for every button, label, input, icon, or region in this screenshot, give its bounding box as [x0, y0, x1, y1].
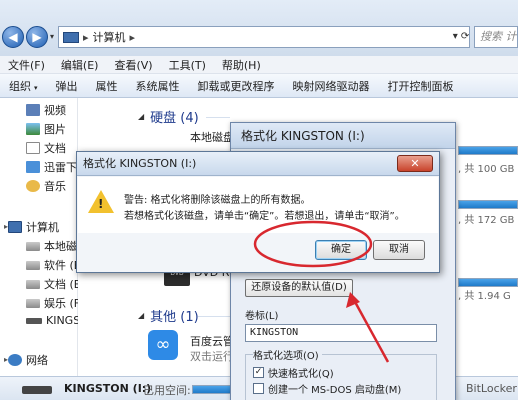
drive-usage-bar [458, 278, 518, 287]
warning-message-line2: 若想格式化该磁盘，请单击“确定”。若想退出，请单击“取消”。 [124, 211, 405, 222]
nav-item-documents[interactable]: 文档 [26, 140, 66, 156]
breadcrumb-separator[interactable]: ▸ [130, 31, 136, 44]
thunder-icon [26, 161, 40, 173]
usb-drive-icon [22, 386, 52, 394]
msdos-boot-checkbox[interactable] [253, 383, 264, 394]
baidu-cloud-subtitle: 双击运行 [190, 350, 234, 363]
open-control-panel-button[interactable]: 打开控制面板 [379, 78, 463, 94]
quick-format-option[interactable]: ✓ 快速格式化(Q) [253, 365, 334, 380]
organize-label: 组织 [9, 79, 31, 93]
group-header-hard-drives[interactable]: ◢ 硬盘 (4) [138, 107, 199, 126]
command-bar: 组织 ▾ 弹出 属性 系统属性 卸载或更改程序 映射网络驱动器 打开控制面板 [0, 74, 518, 98]
map-network-drive-button[interactable]: 映射网络驱动器 [284, 78, 379, 94]
nav-item-music[interactable]: 音乐 [26, 178, 66, 194]
nav-label: 图片 [44, 123, 66, 136]
warning-icon-mark: ! [98, 197, 104, 211]
refresh-button[interactable]: ▾ ⟳ [452, 27, 470, 47]
document-icon [26, 142, 40, 154]
quick-format-label: 快速格式化(Q) [268, 369, 334, 380]
forward-button[interactable]: ▶ [26, 26, 48, 48]
format-warning-dialog: 格式化 KINGSTON (I:) ✕ ! 警告: 格式化将删除该磁盘上的所有数… [76, 151, 440, 273]
selected-drive-name: KINGSTON (I:) [64, 382, 152, 395]
picture-icon [26, 123, 40, 135]
nav-label: 音乐 [44, 180, 66, 193]
breadcrumb-computer[interactable]: 计算机 [93, 29, 126, 45]
restore-defaults-button[interactable]: 还原设备的默认值(D) [245, 279, 353, 297]
quick-format-checkbox[interactable]: ✓ [253, 367, 264, 378]
drive-usage-bar [458, 200, 518, 209]
group-divider [206, 117, 230, 118]
format-options-legend: 格式化选项(O) [253, 347, 322, 362]
drive-icon [26, 298, 40, 308]
volume-label-caption: 卷标(L) [245, 311, 279, 322]
group-divider [198, 316, 230, 317]
nav-item-local-disk[interactable]: 本地磁 [26, 238, 77, 254]
drive-free-space: , 共 100 GB [458, 164, 515, 175]
nav-item-computer[interactable]: 计算机 [8, 219, 59, 235]
properties-button[interactable]: 属性 [87, 78, 127, 94]
cancel-button[interactable]: 取消 [373, 240, 425, 260]
used-space-bar [192, 385, 232, 394]
format-dialog-title: 格式化 KINGSTON (I:) [231, 123, 455, 149]
volume-label-input[interactable]: KINGSTON [245, 324, 437, 342]
recent-pages-dropdown[interactable]: ▾ [50, 32, 54, 41]
warning-message-area: ! 警告: 格式化将删除该磁盘上的所有数据。 若想格式化该磁盘，请单击“确定”。… [78, 177, 438, 233]
group-label: 硬盘 (4) [150, 111, 199, 126]
nav-item-videos[interactable]: 视频 [26, 102, 66, 118]
menu-tools[interactable]: 工具(T) [161, 57, 214, 73]
close-button[interactable]: ✕ [397, 155, 433, 172]
bitlocker-status: BitLocker [466, 382, 517, 395]
organize-button[interactable]: 组织 ▾ [0, 78, 47, 94]
breadcrumb-separator[interactable]: ▸ [83, 31, 89, 44]
computer-icon [8, 221, 22, 233]
drive-local-disk[interactable]: 本地磁盘 [190, 129, 234, 145]
navigation-pane: 视频 图片 文档 迅雷下载 音乐 ▸ 计算机 本地磁 软件 (E: 文档 (E:… [0, 98, 104, 376]
msdos-boot-label: 创建一个 MS-DOS 启动盘(M) [268, 385, 402, 396]
computer-icon [63, 31, 79, 43]
ok-button[interactable]: 确定 [315, 240, 367, 260]
address-bar-area: ◀ ▶ ▾ ▸ 计算机 ▸ ▾ ⟳ 搜索 计算 [0, 0, 518, 56]
nav-item-documents-drive[interactable]: 文档 (E: [26, 276, 84, 292]
address-input[interactable]: ▸ 计算机 ▸ [58, 26, 470, 48]
nav-item-network[interactable]: 网络 [8, 352, 48, 368]
uninstall-program-button[interactable]: 卸载或更改程序 [189, 78, 284, 94]
group-label: 其他 (1) [150, 310, 199, 325]
drive-free-space: , 共 172 GB [458, 215, 515, 226]
drive-free-space: , 共 1.94 G [458, 291, 511, 302]
back-button[interactable]: ◀ [2, 26, 24, 48]
chevron-down-icon: ▾ [34, 83, 38, 92]
menu-help[interactable]: 帮助(H) [214, 57, 269, 73]
search-input[interactable]: 搜索 计算 [474, 26, 518, 48]
warning-message-line1: 警告: 格式化将删除该磁盘上的所有数据。 [124, 195, 311, 206]
drive-usage-bar [458, 146, 518, 155]
warning-dialog-title: 格式化 KINGSTON (I:) [77, 152, 439, 176]
usb-drive-icon [26, 317, 42, 324]
menu-file[interactable]: 文件(F) [0, 57, 53, 73]
nav-label: 本地磁 [44, 240, 77, 253]
drive-icon [26, 241, 40, 251]
nav-label: 网络 [26, 354, 48, 367]
nav-label: 文档 [44, 142, 66, 155]
nav-item-pictures[interactable]: 图片 [26, 121, 66, 137]
menu-bar: 文件(F) 编辑(E) 查看(V) 工具(T) 帮助(H) [0, 56, 518, 74]
baidu-cloud-icon[interactable]: ∞ [148, 330, 178, 360]
group-header-other[interactable]: ◢ 其他 (1) [138, 306, 199, 325]
baidu-cloud-name[interactable]: 百度云管 [190, 333, 234, 349]
music-icon [26, 180, 40, 192]
nav-label: 视频 [44, 104, 66, 117]
drive-icon [26, 260, 40, 270]
used-space-label: 已用空间: [143, 384, 191, 397]
menu-edit[interactable]: 编辑(E) [53, 57, 107, 73]
network-icon [8, 354, 22, 366]
collapse-icon: ◢ [138, 112, 145, 121]
menu-view[interactable]: 查看(V) [106, 57, 160, 73]
eject-button[interactable]: 弹出 [47, 78, 87, 94]
nav-label: 计算机 [26, 221, 59, 234]
system-properties-button[interactable]: 系统属性 [127, 78, 189, 94]
video-icon [26, 104, 40, 116]
drive-icon [26, 279, 40, 289]
collapse-icon: ◢ [138, 311, 145, 320]
msdos-boot-option[interactable]: 创建一个 MS-DOS 启动盘(M) [253, 381, 401, 396]
